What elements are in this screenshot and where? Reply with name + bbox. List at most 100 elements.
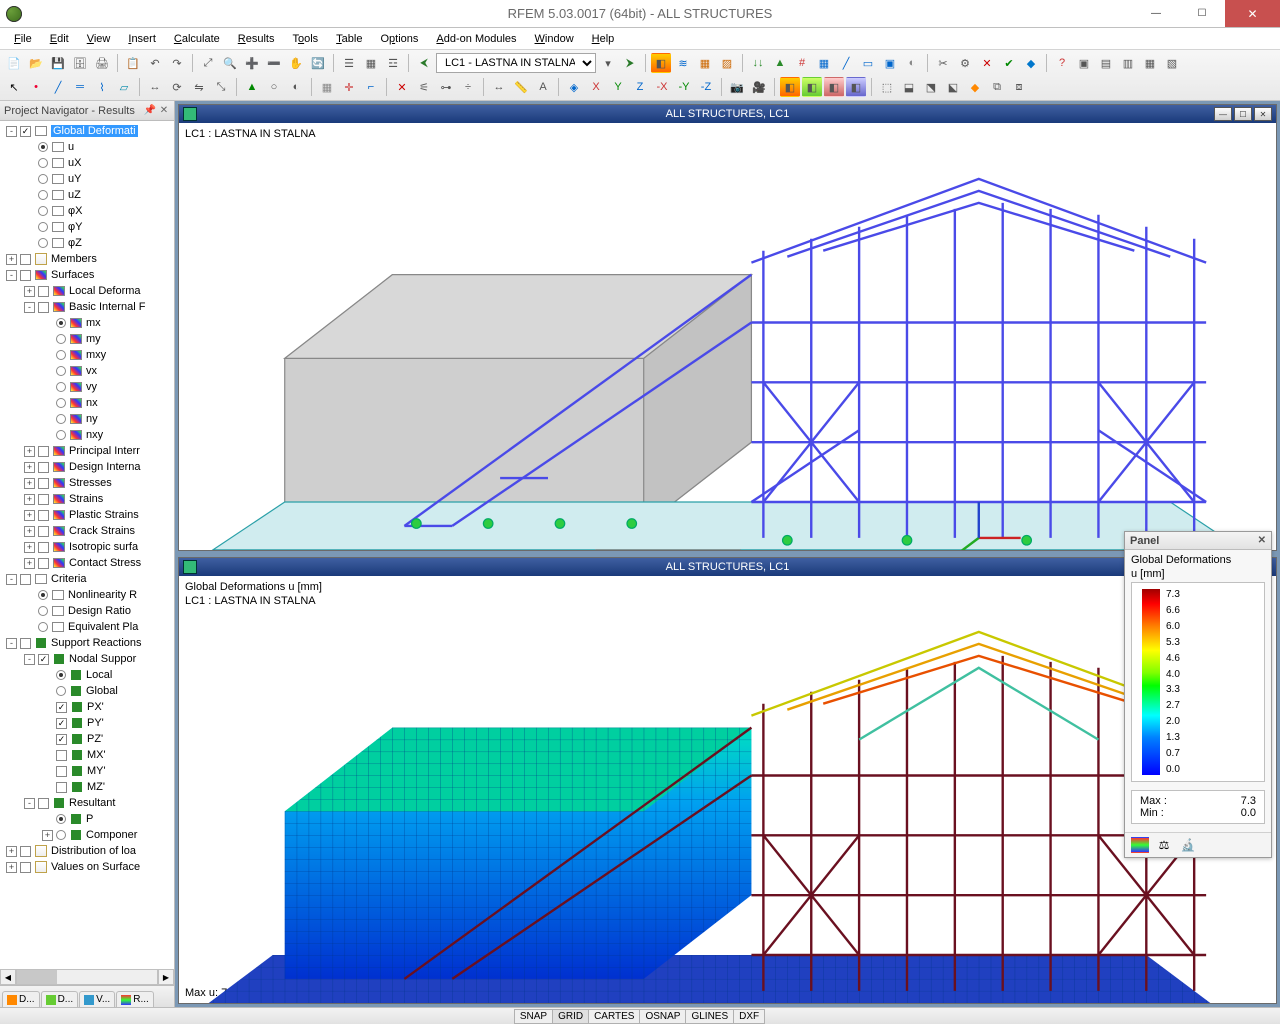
tool-c-icon[interactable]: ✕ bbox=[977, 53, 997, 73]
print-icon[interactable]: 🖨 bbox=[92, 53, 112, 73]
checkbox[interactable] bbox=[38, 798, 49, 809]
pan-icon[interactable]: ✋ bbox=[286, 53, 306, 73]
tree-item[interactable]: -Basic Internal F bbox=[0, 299, 174, 315]
tree-item[interactable]: u bbox=[0, 139, 174, 155]
extra6-icon[interactable]: ⧉ bbox=[987, 77, 1007, 97]
zoom-extents-icon[interactable]: ⤢ bbox=[198, 53, 218, 73]
radio[interactable] bbox=[38, 222, 48, 232]
tree-item[interactable]: Local bbox=[0, 667, 174, 683]
release-tool-icon[interactable]: ◐ bbox=[286, 77, 306, 97]
measure-icon[interactable]: 📏 bbox=[511, 77, 531, 97]
menu-file[interactable]: File bbox=[6, 31, 40, 47]
close-button[interactable]: ✕ bbox=[1225, 0, 1280, 27]
pin-icon[interactable]: 📌 bbox=[144, 105, 156, 117]
panel-title[interactable]: Panel ✕ bbox=[1125, 532, 1271, 550]
tree-item[interactable]: +Members bbox=[0, 251, 174, 267]
radio[interactable] bbox=[56, 430, 66, 440]
view-table-icon[interactable]: ▦ bbox=[361, 53, 381, 73]
checkbox[interactable] bbox=[38, 286, 49, 297]
checkbox[interactable] bbox=[56, 750, 67, 761]
split-icon[interactable]: ⚟ bbox=[414, 77, 434, 97]
zoom-window-icon[interactable]: 🔍 bbox=[220, 53, 240, 73]
ucs-icon[interactable]: ⌐ bbox=[361, 77, 381, 97]
radio[interactable] bbox=[56, 830, 66, 840]
navigator-close-icon[interactable]: ✕ bbox=[158, 105, 170, 117]
tool-e-icon[interactable]: ◆ bbox=[1021, 53, 1041, 73]
surface-icon[interactable]: ▱ bbox=[114, 77, 134, 97]
expand-icon[interactable]: - bbox=[24, 654, 35, 665]
expand-icon[interactable]: + bbox=[6, 254, 17, 265]
tree-item[interactable]: MZ' bbox=[0, 779, 174, 795]
checkbox[interactable] bbox=[56, 766, 67, 777]
checkbox[interactable]: ✓ bbox=[38, 654, 49, 665]
nav-tab-display[interactable]: D... bbox=[41, 991, 79, 1007]
tree-item[interactable]: φY bbox=[0, 219, 174, 235]
loadcase-next-icon[interactable]: ⮞ bbox=[620, 53, 640, 73]
loadcase-prev-icon[interactable]: ⮜ bbox=[414, 53, 434, 73]
cam1-icon[interactable]: 📷 bbox=[727, 77, 747, 97]
select-icon[interactable]: ↖ bbox=[4, 77, 24, 97]
panel-close-icon[interactable]: ✕ bbox=[1258, 535, 1266, 546]
tree-item[interactable]: vy bbox=[0, 379, 174, 395]
tree-item[interactable]: -Surfaces bbox=[0, 267, 174, 283]
show-render-icon[interactable]: ◐ bbox=[902, 53, 922, 73]
checkbox[interactable]: ✓ bbox=[56, 734, 67, 745]
tree-item[interactable]: +Principal Interr bbox=[0, 443, 174, 459]
hscroll-track[interactable] bbox=[16, 969, 158, 985]
view-iso-icon[interactable]: ◈ bbox=[564, 77, 584, 97]
tree-item[interactable]: my bbox=[0, 331, 174, 347]
maximize-button[interactable]: ☐ bbox=[1179, 0, 1225, 27]
tree-item[interactable]: P bbox=[0, 811, 174, 827]
tree-item[interactable]: +Isotropic surfa bbox=[0, 539, 174, 555]
extra7-icon[interactable]: ⧈ bbox=[1009, 77, 1029, 97]
hscroll-right-icon[interactable]: ▶ bbox=[158, 969, 174, 985]
tree-item[interactable]: -Support Reactions bbox=[0, 635, 174, 651]
rotate-tool-icon[interactable]: ⟳ bbox=[167, 77, 187, 97]
radio[interactable] bbox=[38, 174, 48, 184]
checkbox[interactable] bbox=[38, 542, 49, 553]
new-icon[interactable]: 📄 bbox=[4, 53, 24, 73]
checkbox[interactable] bbox=[20, 574, 31, 585]
menu-insert[interactable]: Insert bbox=[120, 31, 164, 47]
view2-titlebar[interactable]: ALL STRUCTURES, LC1 — ☐ ✕ bbox=[179, 558, 1276, 576]
module-a-icon[interactable]: ▣ bbox=[1074, 53, 1094, 73]
status-dxf[interactable]: DXF bbox=[733, 1009, 765, 1024]
checkbox[interactable] bbox=[38, 510, 49, 521]
radio[interactable] bbox=[56, 398, 66, 408]
divide-icon[interactable]: ÷ bbox=[458, 77, 478, 97]
tree-item[interactable]: φX bbox=[0, 203, 174, 219]
tree-item[interactable]: MY' bbox=[0, 763, 174, 779]
view-props-icon[interactable]: ☲ bbox=[383, 53, 403, 73]
expand-icon[interactable]: + bbox=[24, 510, 35, 521]
tree-item[interactable]: nx bbox=[0, 395, 174, 411]
status-grid[interactable]: GRID bbox=[552, 1009, 589, 1024]
tree-item[interactable]: +Local Deforma bbox=[0, 283, 174, 299]
menu-tools[interactable]: Tools bbox=[284, 31, 326, 47]
radio[interactable] bbox=[38, 590, 48, 600]
radio[interactable] bbox=[56, 350, 66, 360]
support-tool-icon[interactable]: ▲ bbox=[242, 77, 262, 97]
radio[interactable] bbox=[38, 606, 48, 616]
tree-item[interactable]: MX' bbox=[0, 747, 174, 763]
checkbox[interactable] bbox=[38, 462, 49, 473]
menu-results[interactable]: Results bbox=[230, 31, 283, 47]
expand-icon[interactable]: + bbox=[24, 526, 35, 537]
tree-item[interactable]: mxy bbox=[0, 347, 174, 363]
zoom-in-icon[interactable]: ➕ bbox=[242, 53, 262, 73]
expand-icon[interactable]: + bbox=[24, 558, 35, 569]
status-glines[interactable]: GLINES bbox=[685, 1009, 734, 1024]
view-x-icon[interactable]: X bbox=[586, 77, 606, 97]
module-d-icon[interactable]: ▦ bbox=[1140, 53, 1160, 73]
expand-icon[interactable]: + bbox=[24, 542, 35, 553]
expand-icon[interactable]: - bbox=[24, 302, 35, 313]
menu-view[interactable]: View bbox=[79, 31, 119, 47]
tree-item[interactable]: ✓PY' bbox=[0, 715, 174, 731]
tree-item[interactable]: nxy bbox=[0, 427, 174, 443]
expand-icon[interactable]: - bbox=[6, 638, 17, 649]
show-supports-icon[interactable]: ▲ bbox=[770, 53, 790, 73]
rotate-icon[interactable]: 🔄 bbox=[308, 53, 328, 73]
tree-item[interactable]: -✓Global Deformati bbox=[0, 123, 174, 139]
tree-item[interactable]: +Crack Strains bbox=[0, 523, 174, 539]
view1-titlebar[interactable]: ALL STRUCTURES, LC1 — ☐ ✕ bbox=[179, 105, 1276, 123]
checkbox[interactable]: ✓ bbox=[20, 126, 31, 137]
